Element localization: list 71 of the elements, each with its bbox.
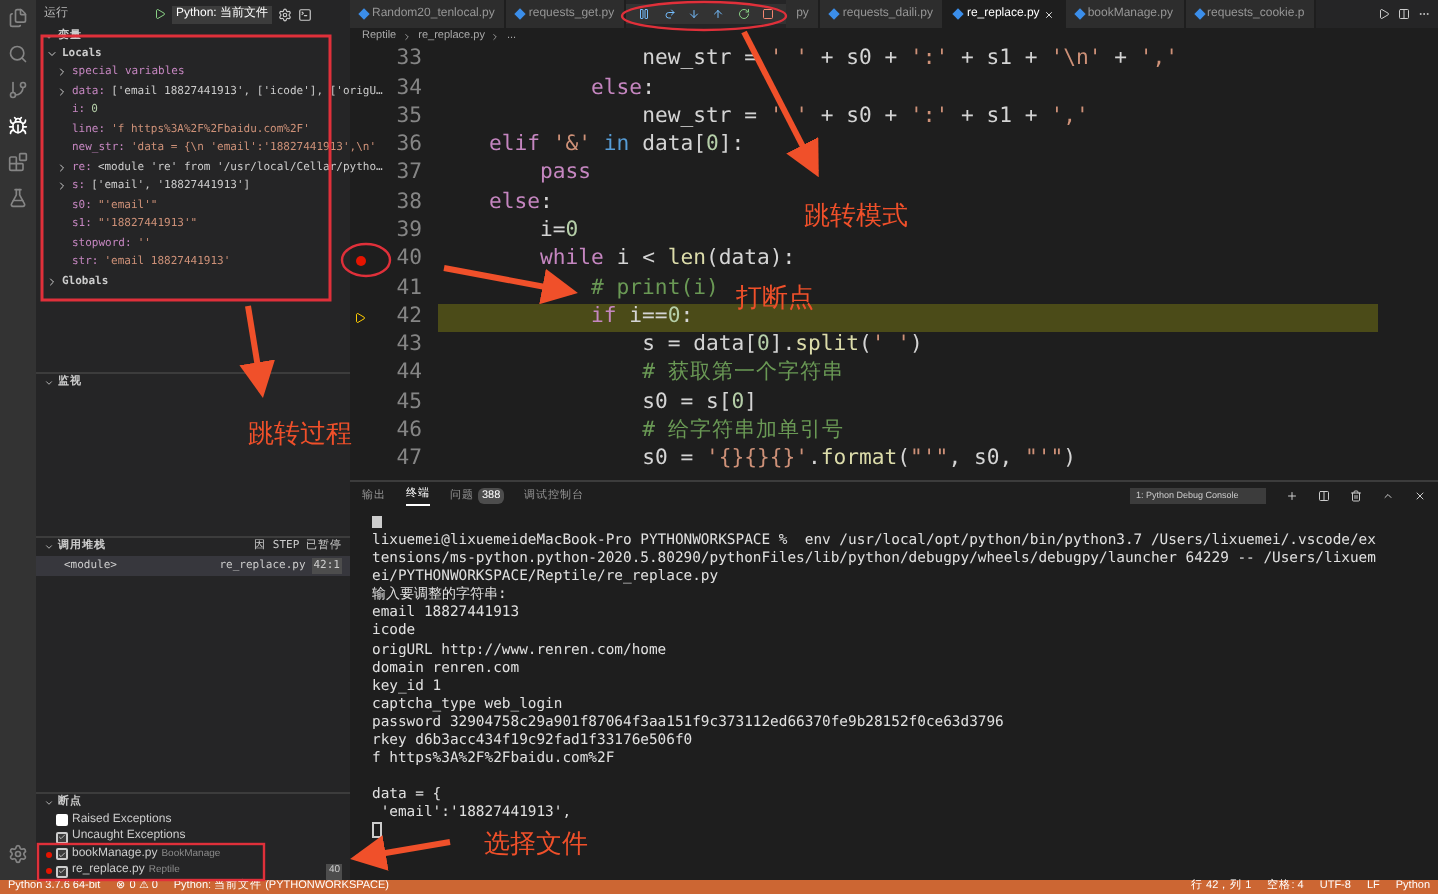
code-line: s0 = '{}{}{}'.format("'", s0, "'") — [642, 446, 1076, 475]
annotation-label: 跳转模式 — [804, 198, 908, 234]
stop-icon[interactable] — [761, 8, 774, 20]
checkbox[interactable] — [56, 848, 68, 861]
annotation-arrow — [443, 265, 578, 305]
code-line: elif '&' in data[0]: — [489, 131, 745, 161]
chevron-icon — [402, 32, 413, 42]
code-line: else: — [489, 188, 553, 218]
code-line: s = data[0].split(' ') — [642, 331, 923, 360]
search-icon[interactable] — [8, 44, 28, 64]
split-icon[interactable] — [1318, 490, 1330, 502]
code-line: while i < len(data): — [540, 246, 796, 275]
line-number: 35 — [394, 101, 422, 132]
annotation-label: 选择文件 — [484, 826, 588, 862]
line-number: 33 — [394, 46, 422, 75]
maximize-icon[interactable] — [1382, 490, 1394, 502]
pause-icon[interactable] — [638, 8, 651, 20]
terminal-cursor — [372, 821, 382, 837]
chevron-icon[interactable] — [56, 180, 68, 193]
line-number: 44 — [394, 358, 422, 389]
chevron-icon[interactable] — [44, 798, 54, 808]
step-into-icon[interactable] — [687, 8, 700, 20]
annotation-arrow — [350, 835, 451, 871]
chevron-icon — [490, 32, 501, 42]
extensions-icon[interactable] — [8, 152, 28, 172]
trash-icon[interactable] — [1350, 490, 1362, 502]
code-line: pass — [540, 160, 592, 189]
add-icon[interactable] — [1286, 490, 1298, 502]
line-number: 38 — [394, 187, 422, 218]
split-icon[interactable] — [1398, 8, 1410, 20]
code-line: i=0 — [540, 217, 579, 246]
chevron-icon[interactable] — [56, 66, 68, 79]
close-icon[interactable] — [1414, 490, 1426, 502]
code-line: else: — [591, 74, 655, 103]
prompt-mark-icon — [372, 516, 382, 528]
annotation-arrow — [239, 305, 275, 398]
step-over-icon[interactable] — [663, 8, 676, 20]
line-number: 45 — [394, 387, 422, 418]
branch-icon[interactable] — [8, 80, 28, 100]
line-number: 39 — [394, 215, 422, 246]
code-line: # print(i) — [591, 274, 719, 304]
play-icon[interactable] — [154, 8, 166, 20]
terminal-icon[interactable] — [298, 7, 313, 21]
chevron-icon[interactable] — [56, 85, 68, 98]
line-number: 46 — [394, 416, 422, 447]
code-line: # 给字符串加单引号 — [642, 417, 844, 447]
step-out-icon[interactable] — [712, 8, 725, 20]
checkbox[interactable] — [56, 865, 68, 878]
code-line: new_str = ' ' + s0 + ':' + s1 + ',' — [642, 103, 1089, 132]
line-number: 47 — [394, 444, 422, 475]
line-number: 40 — [394, 244, 422, 275]
chevron-icon[interactable] — [56, 161, 68, 174]
restart-icon[interactable] — [737, 8, 750, 20]
annotation-label: 跳转过程 — [248, 416, 352, 452]
files-icon[interactable] — [8, 8, 28, 28]
line-number: 43 — [394, 330, 422, 361]
line-number: 41 — [394, 273, 422, 304]
flask-icon[interactable] — [8, 188, 28, 208]
code-line: s0 = s[0] — [642, 389, 757, 418]
code-line: # 获取第一个字符串 — [642, 360, 844, 389]
chevron-icon[interactable] — [46, 275, 58, 288]
highlight-ellipse — [340, 242, 392, 278]
bug-icon[interactable] — [8, 116, 28, 136]
checkbox[interactable] — [56, 831, 68, 844]
checkbox[interactable] — [56, 814, 68, 827]
chevron-icon[interactable] — [44, 378, 54, 388]
play-icon[interactable] — [1378, 8, 1390, 20]
chevron-icon[interactable] — [44, 542, 54, 552]
settings-icon[interactable] — [278, 7, 293, 21]
line-number: 42 — [394, 301, 422, 332]
chevron-icon[interactable] — [46, 47, 58, 60]
